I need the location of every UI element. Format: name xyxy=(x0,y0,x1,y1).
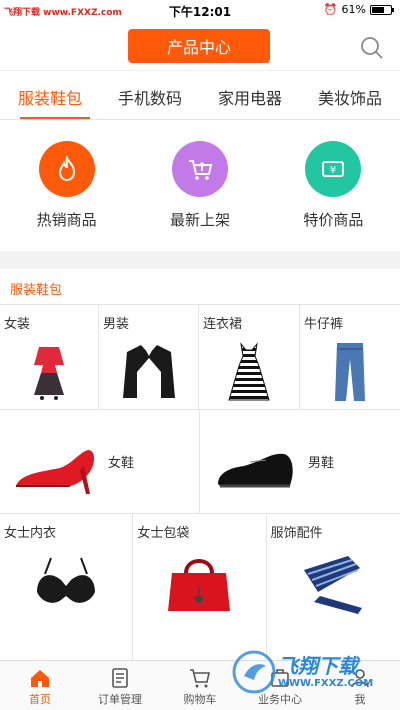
nav-orders[interactable]: 订单管理 xyxy=(80,661,160,710)
category-dress[interactable]: 连衣裙 xyxy=(199,305,300,409)
flame-icon xyxy=(38,141,95,197)
category-label: 牛仔裤 xyxy=(304,317,344,332)
dress-outfit-image xyxy=(0,341,98,403)
svg-text:¥: ¥ xyxy=(330,165,336,176)
category-tabs: 服装鞋包 手机数码 家用电器 美妆饰品 xyxy=(0,70,400,120)
category-jeans[interactable]: 牛仔裤 xyxy=(300,305,400,409)
order-icon xyxy=(112,668,128,688)
bra-image xyxy=(0,544,132,624)
cart-icon xyxy=(190,669,210,688)
nav-cart[interactable]: 购物车 xyxy=(160,661,240,710)
cart-upload-icon xyxy=(171,141,228,197)
category-womens-shoes[interactable]: 女鞋 xyxy=(0,410,200,513)
quick-link-label: 最新上架 xyxy=(169,211,230,229)
tab-digital[interactable]: 手机数码 xyxy=(100,71,200,119)
category-row: 女装 男装 连衣裙 牛仔裤 xyxy=(0,305,400,410)
category-label: 女士内衣 xyxy=(4,526,57,541)
category-handbags[interactable]: 女士包袋 xyxy=(133,514,267,660)
category-lingerie[interactable]: 女士内衣 xyxy=(0,514,134,660)
nav-label: 首页 xyxy=(29,693,51,706)
jeans-image xyxy=(300,341,400,403)
watermark-logo: 飞翔下载 WWW.FXXZ.COM xyxy=(232,646,392,702)
status-bar: 飞翔下载 www.FXXZ.com 下午12:01 ⏰ 61% xyxy=(0,0,400,22)
watermark-logo-url: WWW.FXXZ.COM xyxy=(278,678,374,689)
watermark-logo-text: 飞翔下载 xyxy=(278,654,358,678)
tab-clothing[interactable]: 服装鞋包 xyxy=(0,71,100,119)
section-title: 服装鞋包 xyxy=(10,283,63,298)
section-header: 服装鞋包 xyxy=(0,269,400,305)
section-divider xyxy=(0,251,400,269)
nav-label: 购物车 xyxy=(183,693,217,706)
tie-image xyxy=(267,544,400,624)
page-title: 产品中心 xyxy=(128,29,270,63)
red-heel-image xyxy=(16,450,95,494)
quick-links: 热销商品 最新上架 ¥ 特价商品 xyxy=(0,121,400,251)
category-accessories[interactable]: 服饰配件 xyxy=(267,514,400,660)
quick-link-label: 热销商品 xyxy=(36,211,97,229)
tab-appliances[interactable]: 家用电器 xyxy=(200,71,300,119)
category-label: 女士包袋 xyxy=(137,526,190,541)
category-label: 连衣裙 xyxy=(203,317,243,332)
battery-percent: 61% xyxy=(341,3,366,16)
category-row: 女士内衣 女士包袋 服饰配件 xyxy=(0,514,400,660)
battery-icon xyxy=(370,4,394,15)
alarm-icon: ⏰ xyxy=(323,3,338,16)
category-womens-clothing[interactable]: 女装 xyxy=(0,305,99,409)
status-right: ⏰ 61% xyxy=(323,3,394,16)
quick-link-new[interactable]: 最新上架 xyxy=(133,121,266,251)
category-label: 男装 xyxy=(103,317,130,332)
category-label: 服饰配件 xyxy=(270,526,323,541)
watermark-logo-icon xyxy=(232,650,276,694)
nav-home[interactable]: 首页 xyxy=(0,661,80,710)
yuan-ticket-icon: ¥ xyxy=(305,141,362,197)
nav-label: 订单管理 xyxy=(98,693,142,706)
suit-jacket-image xyxy=(99,341,198,403)
tab-beauty[interactable]: 美妆饰品 xyxy=(300,71,400,119)
handbag-image xyxy=(133,544,265,624)
striped-dress-image xyxy=(199,341,299,403)
search-icon[interactable] xyxy=(360,36,384,60)
category-label: 女装 xyxy=(4,317,31,332)
category-label: 男鞋 xyxy=(308,456,335,471)
category-row: 女鞋 男鞋 xyxy=(0,410,400,514)
quick-link-sale[interactable]: ¥ 特价商品 xyxy=(267,121,400,251)
quick-link-label: 特价商品 xyxy=(303,211,364,229)
mens-shoe-image xyxy=(218,453,293,488)
category-mens-clothing[interactable]: 男装 xyxy=(99,305,199,409)
home-icon xyxy=(31,670,49,687)
quick-link-hot[interactable]: 热销商品 xyxy=(0,121,133,251)
category-label: 女鞋 xyxy=(108,456,135,471)
header: 产品中心 xyxy=(0,22,400,70)
category-mens-shoes[interactable]: 男鞋 xyxy=(200,410,400,513)
